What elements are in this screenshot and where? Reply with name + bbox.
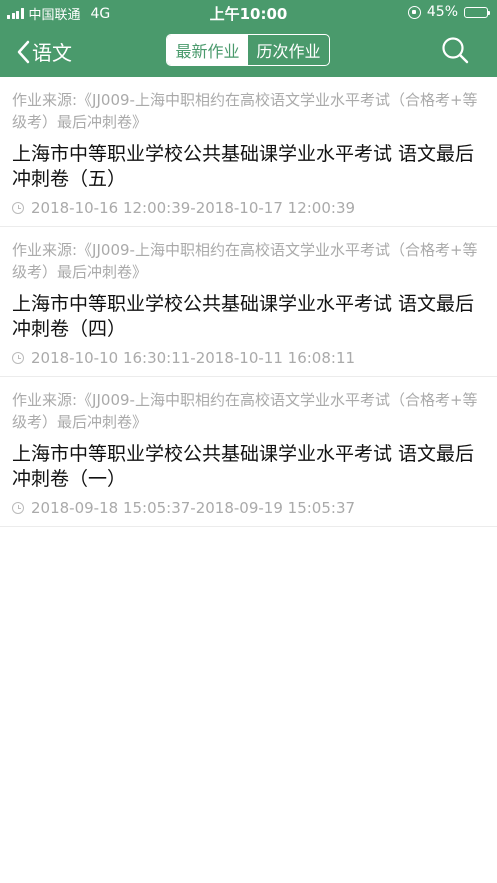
list-item[interactable]: 作业来源:《JJ009-上海中职相约在高校语文学业水平考试（合格考+等级考）最后…	[0, 227, 497, 377]
back-button[interactable]: 语文	[16, 37, 72, 66]
clock-icon	[12, 352, 24, 364]
homework-time-row: 2018-09-18 15:05:37-2018-09-19 15:05:37	[12, 499, 485, 517]
search-icon	[442, 37, 469, 64]
homework-time: 2018-10-10 16:30:11-2018-10-11 16:08:11	[31, 349, 356, 367]
clock-icon	[12, 502, 24, 514]
battery-icon	[464, 6, 490, 18]
homework-title: 上海市中等职业学校公共基础课学业水平考试 语文最后冲刺卷（五）	[12, 143, 475, 190]
search-button[interactable]	[441, 36, 469, 68]
orientation-lock-icon	[407, 5, 421, 19]
homework-time: 2018-09-18 15:05:37-2018-09-19 15:05:37	[31, 499, 356, 517]
tab-latest-homework[interactable]: 最新作业	[167, 35, 248, 65]
homework-source: 作业来源:《JJ009-上海中职相约在高校语文学业水平考试（合格考+等级考）最后…	[12, 241, 478, 281]
homework-time: 2018-10-16 12:00:39-2018-10-17 12:00:39	[31, 199, 356, 217]
battery-percent: 45%	[426, 4, 458, 20]
back-label: 语文	[32, 41, 72, 65]
homework-title: 上海市中等职业学校公共基础课学业水平考试 语文最后冲刺卷（一）	[12, 443, 475, 490]
chevron-left-icon	[17, 40, 30, 63]
homework-time-row: 2018-10-16 12:00:39-2018-10-17 12:00:39	[12, 199, 485, 217]
header: 中国联通 4G 上午10:00 45% 语文 最新作业 历次作业	[0, 0, 497, 77]
homework-source: 作业来源:《JJ009-上海中职相约在高校语文学业水平考试（合格考+等级考）最后…	[12, 91, 478, 131]
homework-time-row: 2018-10-10 16:30:11-2018-10-11 16:08:11	[12, 349, 485, 367]
homework-list: 作业来源:《JJ009-上海中职相约在高校语文学业水平考试（合格考+等级考）最后…	[0, 77, 497, 527]
clock-icon	[12, 202, 24, 214]
homework-source: 作业来源:《JJ009-上海中职相约在高校语文学业水平考试（合格考+等级考）最后…	[12, 391, 478, 431]
list-item[interactable]: 作业来源:《JJ009-上海中职相约在高校语文学业水平考试（合格考+等级考）最后…	[0, 377, 497, 527]
status-bar: 中国联通 4G 上午10:00 45%	[0, 0, 497, 24]
status-right: 45%	[407, 4, 490, 20]
navbar: 语文 最新作业 历次作业	[0, 24, 497, 77]
list-item[interactable]: 作业来源:《JJ009-上海中职相约在高校语文学业水平考试（合格考+等级考）最后…	[0, 77, 497, 227]
homework-title: 上海市中等职业学校公共基础课学业水平考试 语文最后冲刺卷（四）	[12, 293, 475, 340]
segmented-control: 最新作业 历次作业	[166, 34, 330, 66]
tab-past-homework[interactable]: 历次作业	[248, 35, 329, 65]
